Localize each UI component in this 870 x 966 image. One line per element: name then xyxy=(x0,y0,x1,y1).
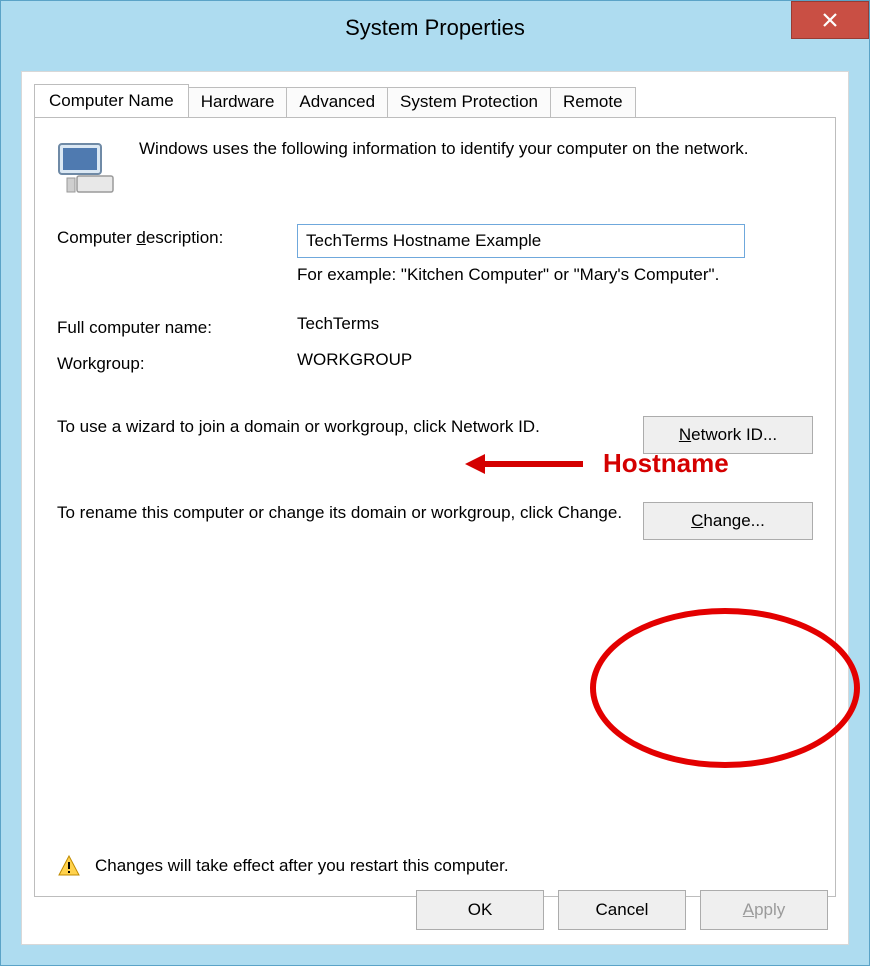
system-properties-window: System Properties Computer Name Hardware… xyxy=(0,0,870,966)
window-title: System Properties xyxy=(345,15,525,41)
workgroup-label: Workgroup: xyxy=(57,350,297,374)
description-input[interactable] xyxy=(297,224,745,258)
tab-hardware[interactable]: Hardware xyxy=(188,87,288,120)
close-icon xyxy=(822,12,838,28)
full-name-label: Full computer name: xyxy=(57,314,297,338)
apply-button[interactable]: Apply xyxy=(700,890,828,930)
close-button[interactable] xyxy=(791,1,869,39)
network-id-text: To use a wizard to join a domain or work… xyxy=(57,416,643,438)
annotation-change-circle xyxy=(590,608,860,768)
row-network-id: To use a wizard to join a domain or work… xyxy=(57,416,813,454)
tab-system-protection[interactable]: System Protection xyxy=(387,87,551,120)
workgroup-value: WORKGROUP xyxy=(297,350,813,370)
intro-text: Windows uses the following information t… xyxy=(139,138,748,161)
description-label: Computer description: xyxy=(57,224,297,248)
dialog-buttons: OK Cancel Apply xyxy=(416,890,828,930)
tab-advanced[interactable]: Advanced xyxy=(286,87,388,120)
intro-row: Windows uses the following information t… xyxy=(57,138,813,196)
network-id-button[interactable]: Network ID... xyxy=(643,416,813,454)
change-button[interactable]: Change... xyxy=(643,502,813,540)
warning-row: Changes will take effect after you resta… xyxy=(57,854,509,878)
tab-remote[interactable]: Remote xyxy=(550,87,636,120)
row-workgroup: Workgroup: WORKGROUP xyxy=(57,350,813,374)
arrow-left-icon xyxy=(465,451,585,477)
change-text: To rename this computer or change its do… xyxy=(57,502,643,524)
titlebar: System Properties xyxy=(1,1,869,55)
row-full-computer-name: Full computer name: TechTerms xyxy=(57,314,813,338)
tab-panel-computer-name: Windows uses the following information t… xyxy=(34,117,836,897)
tab-strip: Computer Name Hardware Advanced System P… xyxy=(22,72,848,117)
client-area: Computer Name Hardware Advanced System P… xyxy=(21,71,849,945)
full-name-value: TechTerms xyxy=(297,314,813,334)
warning-icon xyxy=(57,854,81,878)
warning-text: Changes will take effect after you resta… xyxy=(95,856,509,876)
description-example: For example: "Kitchen Computer" or "Mary… xyxy=(297,264,813,286)
computer-icon xyxy=(57,138,121,196)
row-change: To rename this computer or change its do… xyxy=(57,502,813,540)
ok-button[interactable]: OK xyxy=(416,890,544,930)
tab-computer-name[interactable]: Computer Name xyxy=(34,84,189,117)
cancel-button[interactable]: Cancel xyxy=(558,890,686,930)
row-description: Computer description: For example: "Kitc… xyxy=(57,224,813,302)
